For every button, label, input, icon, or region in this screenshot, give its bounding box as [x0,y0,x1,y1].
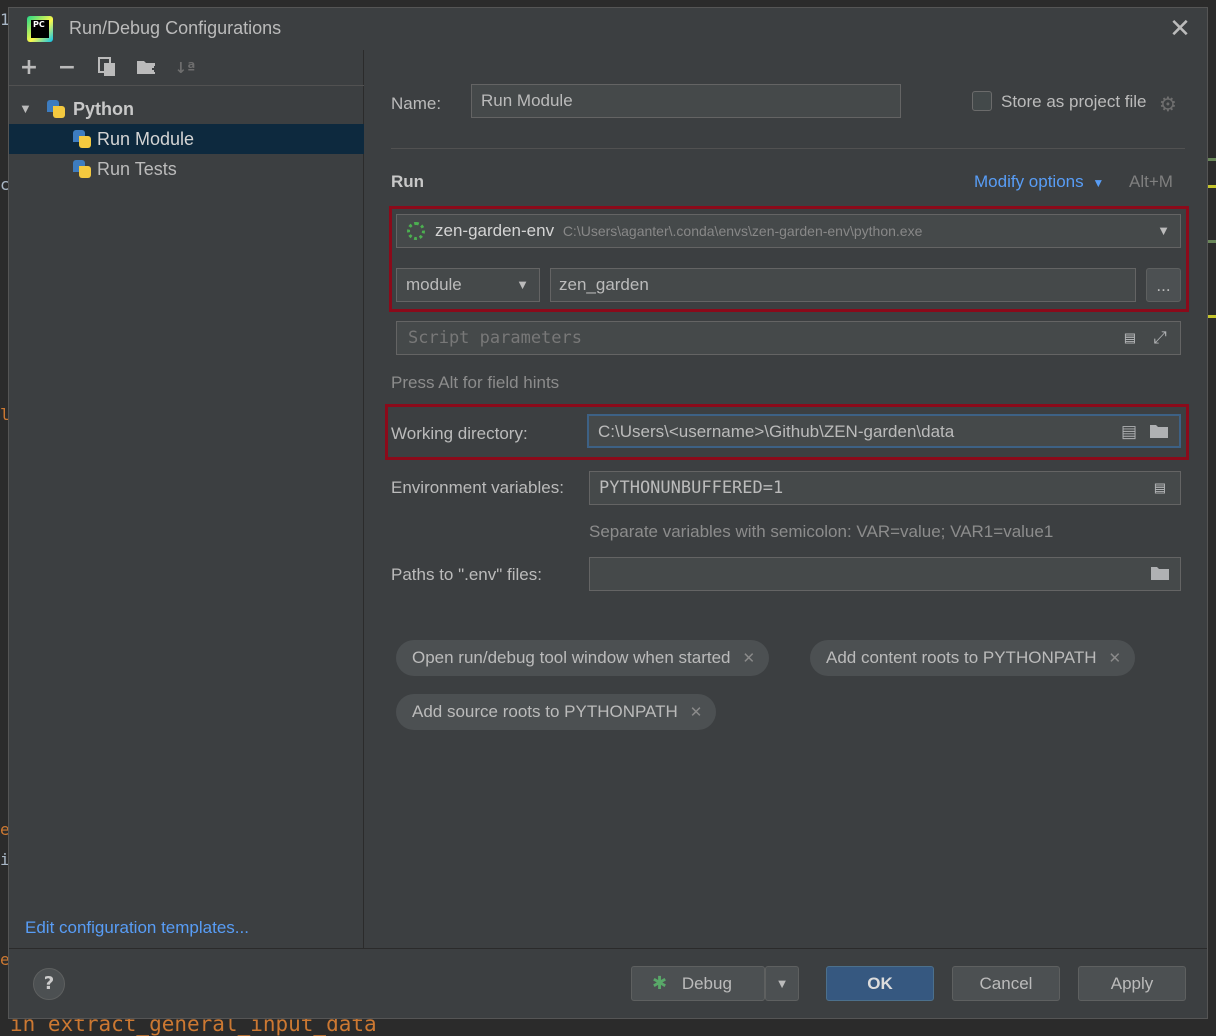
chip-label: Add content roots to PYTHONPATH [826,648,1097,667]
env-files-label: Paths to ".env" files: [391,565,542,584]
gear-icon[interactable]: ⚙ [1159,92,1177,116]
modify-options-link[interactable]: Modify options ▼ [974,172,1104,192]
configuration-editor: Name: Run Module Store as project file ⚙… [365,50,1207,948]
tree-item-label: Run Module [97,129,195,149]
cancel-button[interactable]: Cancel [952,966,1060,1001]
logo-text: PC [31,20,49,38]
option-chip[interactable]: Open run/debug tool window when started ✕ [396,640,770,676]
script-parameters-placeholder: Script parameters [408,328,582,348]
python-icon [73,160,91,178]
configuration-tree-pane: + − ↓ª ▼ Python Run Module Run Tests Edi… [9,50,364,948]
dialog-button-bar: ? ✱ Debug ▼ OK Cancel Apply [9,948,1207,1018]
title-bar: PC Run/Debug Configurations ✕ [9,8,1207,50]
field-hints-text: Press Alt for field hints [391,373,560,392]
working-directory-label: Working directory: [391,424,528,443]
working-directory-value: C:\Users\<username>\Github\ZEN-garden\da… [598,422,955,441]
debug-dropdown-button[interactable]: ▼ [765,966,799,1001]
ok-button[interactable]: OK [826,966,934,1001]
conda-env-icon [407,222,425,240]
expand-icon[interactable]: ⤢ [1150,328,1170,348]
name-field[interactable]: Run Module [471,84,901,118]
bug-icon: ✱ [652,973,668,993]
run-heading: Run [391,172,425,191]
separator [391,148,1185,149]
bg-marker [1208,185,1216,188]
dialog-title: Run/Debug Configurations [69,18,282,38]
tree-item-label: Run Tests [97,159,177,179]
modify-options-label: Modify options [974,172,1084,191]
list-icon[interactable]: ▤ [1120,328,1140,348]
folder-icon[interactable] [1149,422,1169,442]
store-project-label: Store as project file [1001,92,1147,111]
new-folder-icon[interactable] [135,56,159,80]
remove-chip-icon[interactable]: ✕ [690,704,703,721]
tree-item-run-module[interactable]: Run Module [9,124,364,154]
list-icon[interactable]: ▤ [1119,422,1139,442]
option-chip[interactable]: Add source roots to PYTHONPATH ✕ [396,694,717,730]
environment-variables-label: Environment variables: [391,478,564,497]
python-icon [73,130,91,148]
bg-marker [1208,315,1216,318]
browse-button[interactable]: ... [1146,268,1181,302]
list-icon[interactable]: ▤ [1150,478,1170,498]
chip-label: Add source roots to PYTHONPATH [412,702,678,721]
environment-variables-field[interactable]: PYTHONUNBUFFERED=1 ▤ [589,471,1181,505]
bg-marker [1208,240,1216,243]
debug-button[interactable]: ✱ Debug [631,966,765,1001]
interpreter-path: C:\Users\aganter\.conda\envs\zen-garden-… [562,223,923,239]
remove-icon[interactable]: − [55,56,79,80]
environment-variables-value: PYTHONUNBUFFERED=1 [599,478,784,498]
sort-icon[interactable]: ↓ª [173,56,197,80]
environment-variables-hint: Separate variables with semicolon: VAR=v… [589,522,1054,541]
store-project-checkbox[interactable] [972,91,992,111]
remove-chip-icon[interactable]: ✕ [1109,650,1122,667]
interpreter-select[interactable]: zen-garden-env C:\Users\aganter\.conda\e… [396,214,1181,248]
target-type-select[interactable]: module ▼ [396,268,540,302]
tree-item-run-tests[interactable]: Run Tests [9,154,364,184]
add-icon[interactable]: + [17,56,41,80]
edit-templates-link[interactable]: Edit configuration templates... [25,918,249,938]
tree-group-python[interactable]: ▼ Python [9,94,364,124]
modify-options-shortcut: Alt+M [1129,172,1173,191]
pycharm-logo-icon: PC [27,16,53,42]
chevron-down-icon: ▼ [19,101,32,116]
bg-marker [1208,158,1216,161]
tree-toolbar: + − ↓ª [9,50,364,86]
debug-label: Debug [681,974,732,993]
run-debug-dialog: PC Run/Debug Configurations ✕ + − ↓ª ▼ P… [8,7,1208,1019]
chip-label: Open run/debug tool window when started [412,648,731,667]
chevron-down-icon: ▼ [1092,176,1105,190]
chevron-down-icon: ▼ [516,277,529,292]
name-label: Name: [391,94,442,113]
chevron-down-icon: ▼ [1157,223,1170,238]
help-button[interactable]: ? [33,968,65,1000]
interpreter-name: zen-garden-env [435,221,555,240]
tree-group-label: Python [73,99,134,119]
env-files-field[interactable] [589,557,1181,591]
python-icon [47,100,65,118]
target-type-value: module [406,275,462,294]
option-chip[interactable]: Add content roots to PYTHONPATH ✕ [810,640,1136,676]
chevron-down-icon: ▼ [775,976,789,991]
copy-icon[interactable] [95,56,119,80]
script-parameters-field[interactable]: Script parameters ▤ ⤢ [396,321,1181,355]
remove-chip-icon[interactable]: ✕ [742,650,755,667]
module-name-field[interactable]: zen_garden [550,268,1136,302]
folder-icon[interactable] [1150,564,1170,584]
working-directory-field[interactable]: C:\Users\<username>\Github\ZEN-garden\da… [587,414,1181,448]
apply-button[interactable]: Apply [1078,966,1186,1001]
close-icon[interactable]: ✕ [1167,16,1193,42]
